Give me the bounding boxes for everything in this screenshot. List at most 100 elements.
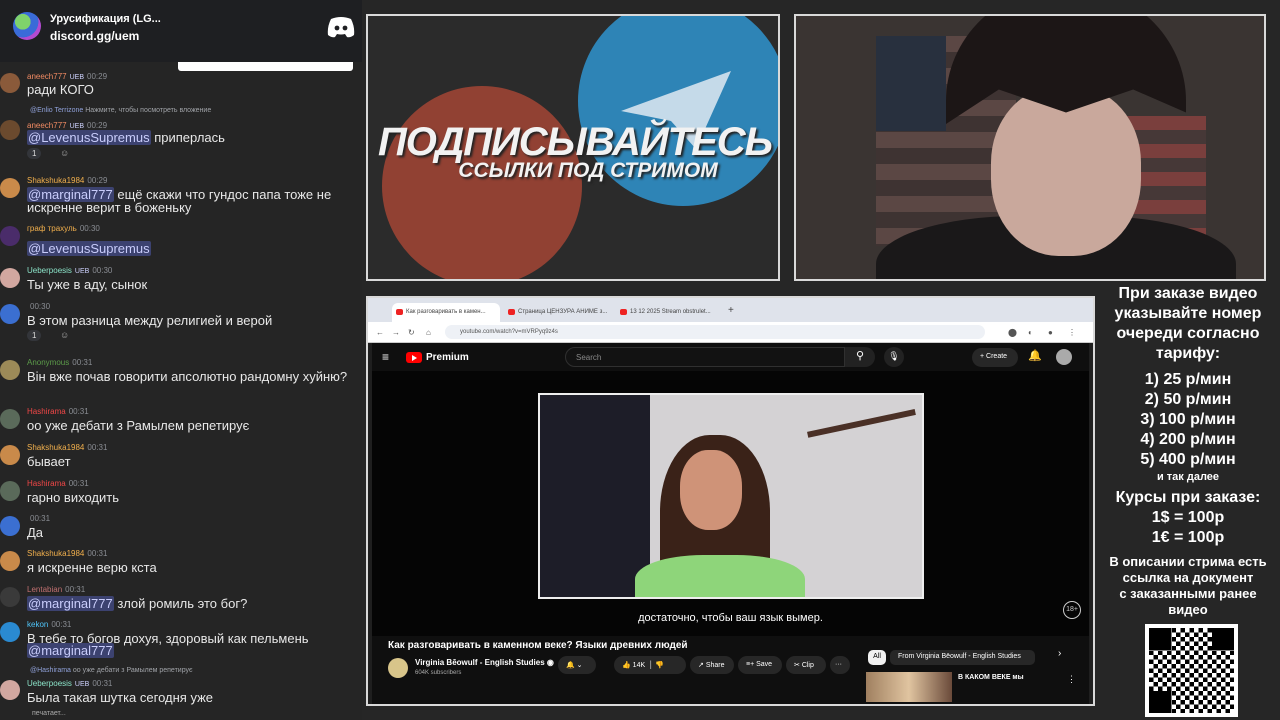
- home-icon[interactable]: ⌂: [426, 328, 431, 337]
- message-meta: Shakshuka1984 00:29: [27, 176, 108, 185]
- username[interactable]: Ueberpoesis: [27, 266, 72, 275]
- rate-item: 1$ = 100р: [1151, 509, 1225, 526]
- tariff-item: 5) 400 р/мин: [1140, 451, 1236, 468]
- mention[interactable]: @marginal777: [27, 643, 114, 658]
- typing-indicator: печатает...: [32, 710, 66, 717]
- avatar: [0, 409, 20, 429]
- bell-icon[interactable]: 🔔: [1028, 349, 1042, 362]
- message-text: Ты уже в аду, сынок: [27, 277, 148, 292]
- avatar: [0, 551, 20, 571]
- youtube-logo-icon[interactable]: [406, 352, 422, 363]
- mention[interactable]: @marginal777: [27, 596, 114, 611]
- like-button[interactable]: 👍 14K │ 👎: [614, 656, 686, 674]
- promo-banner: ПОДПИСЫВАЙТЕСЬ ССЫЛКИ ПОД СТРИМОМ: [366, 14, 780, 281]
- stream-layout: Урусификация (LG... discord.gg/uem aneec…: [0, 0, 1280, 720]
- extension-icon[interactable]: ⬤: [1008, 328, 1017, 337]
- message-meta: Hashirama 00:31: [27, 407, 89, 416]
- add-reaction-icon[interactable]: ☺: [60, 148, 69, 158]
- add-reaction-icon[interactable]: ☺: [60, 330, 69, 340]
- youtube-brand[interactable]: Premium: [426, 352, 469, 363]
- hamburger-icon[interactable]: ≡: [382, 350, 389, 364]
- username[interactable]: Anonymous: [27, 358, 69, 367]
- info-footer-line: ссылка на документ: [1122, 570, 1254, 585]
- mention[interactable]: @LevenusSupremus: [27, 241, 151, 256]
- tab-youtube[interactable]: Как разговаривать в камен...: [392, 303, 500, 322]
- message-text: ради КОГО: [27, 82, 94, 97]
- avatar: [0, 120, 20, 140]
- search-input[interactable]: Search: [565, 347, 845, 367]
- chip-all[interactable]: All: [868, 650, 886, 665]
- avatar[interactable]: [1056, 349, 1072, 365]
- tariff-item: 1) 25 р/мин: [1144, 371, 1232, 388]
- avatar: [0, 268, 20, 288]
- mic-icon[interactable]: 🎙: [884, 347, 904, 367]
- new-tab-button[interactable]: +: [726, 303, 740, 322]
- reaction[interactable]: 1: [27, 148, 42, 159]
- extension-icon[interactable]: ◐: [1028, 328, 1033, 337]
- tab-page[interactable]: Страница ЦЕНЗУРА АНИМЕ з...: [504, 303, 612, 322]
- promo-subheading: ССЫЛКИ ПОД СТРИМОМ: [458, 159, 718, 182]
- username[interactable]: aneech777: [27, 121, 67, 130]
- username[interactable]: Hashirama: [27, 479, 66, 488]
- discord-chat-overlay: Урусификация (LG... discord.gg/uem aneec…: [0, 0, 362, 720]
- info-line: указывайте номер: [1114, 305, 1262, 322]
- message-text: В этом разница между религией и верой: [27, 313, 273, 328]
- username[interactable]: aneech777: [27, 72, 67, 81]
- message-meta: 00:30: [30, 302, 51, 311]
- channel-avatar[interactable]: [388, 658, 408, 678]
- chip-from-channel[interactable]: From Virginia Bēowulf - English Studies: [890, 650, 1035, 665]
- chevron-right-icon[interactable]: ›: [1058, 648, 1061, 659]
- ornaments: [540, 395, 650, 597]
- profile-icon[interactable]: ●: [1048, 328, 1053, 337]
- tab-stream[interactable]: 13 12 2025 Stream obstrulet...: [616, 303, 724, 322]
- avatar: [0, 481, 20, 501]
- username[interactable]: граф трахуль: [27, 224, 77, 233]
- flag-canton: [876, 36, 946, 131]
- info-line: очереди согласно: [1116, 325, 1260, 342]
- message-meta: Ueberpoesis UEB 00:31: [27, 679, 113, 688]
- subscribe-bell-button[interactable]: 🔔 ⌄: [558, 656, 596, 674]
- username[interactable]: kekon: [27, 620, 48, 629]
- create-button[interactable]: + Create: [972, 348, 1018, 367]
- channel-name[interactable]: Virginia Bēowulf - English Studies ◉: [415, 658, 554, 667]
- avatar: [0, 178, 20, 198]
- save-button[interactable]: ≡+ Save: [738, 656, 782, 674]
- reload-icon[interactable]: ↻: [408, 328, 415, 337]
- more-actions-icon[interactable]: ···: [830, 656, 850, 674]
- username[interactable]: Lentabian: [27, 585, 62, 594]
- share-button[interactable]: ↗ Share: [690, 656, 734, 674]
- forward-icon[interactable]: →: [392, 328, 400, 337]
- server-title: Урусификация (LG...: [50, 13, 161, 25]
- username[interactable]: Shakshuka1984: [27, 549, 84, 558]
- subscriber-count: 604K subscribers: [415, 670, 462, 676]
- username[interactable]: Shakshuka1984: [27, 176, 84, 185]
- more-icon[interactable]: ⋮: [1067, 674, 1076, 685]
- rutube-logo: [382, 86, 582, 279]
- video-player[interactable]: достаточно, чтобы ваш язык вымер. 18+: [372, 371, 1089, 636]
- menu-icon[interactable]: ⋮: [1068, 328, 1076, 337]
- mention[interactable]: @LevenusSupremus: [27, 130, 151, 145]
- message-meta: Ueberpoesis UEB 00:30: [27, 266, 113, 275]
- clip-button[interactable]: ✂ Clip: [786, 656, 826, 674]
- message-text: бывает: [27, 454, 71, 469]
- recommended-title[interactable]: В КАКОМ ВЕКЕ мы: [958, 674, 1024, 681]
- message-meta: Shakshuka1984 00:31: [27, 443, 108, 452]
- message-meta: Shakshuka1984 00:31: [27, 549, 108, 558]
- back-icon[interactable]: ←: [376, 328, 384, 337]
- tab-strip: Как разговаривать в камен... Страница ЦЕ…: [368, 298, 1093, 322]
- qr-code[interactable]: [1145, 624, 1238, 717]
- server-invite[interactable]: discord.gg/uem: [50, 29, 139, 43]
- message-text: @marginal777: [27, 643, 114, 658]
- recommended-thumbnail[interactable]: [866, 672, 952, 702]
- age-rating-badge: 18+: [1063, 601, 1081, 619]
- url-field[interactable]: youtube.com/watch?v=mVRPyq9z4s: [445, 325, 985, 339]
- username[interactable]: Shakshuka1984: [27, 443, 84, 452]
- search-icon[interactable]: ⚲: [845, 347, 875, 367]
- reaction[interactable]: 1: [27, 330, 42, 341]
- youtube-header: ≡ Premium Search ⚲ 🎙 + Create 🔔: [372, 343, 1089, 371]
- username[interactable]: Hashirama: [27, 407, 66, 416]
- username[interactable]: Ueberpoesis: [27, 679, 72, 688]
- message-text: искренне верит в боженьку: [27, 200, 192, 215]
- reply-preview: @Enlio Terrizone Нажмите, чтобы посмотре…: [30, 107, 212, 114]
- message-meta: aneech777 UEB 00:29: [27, 72, 108, 81]
